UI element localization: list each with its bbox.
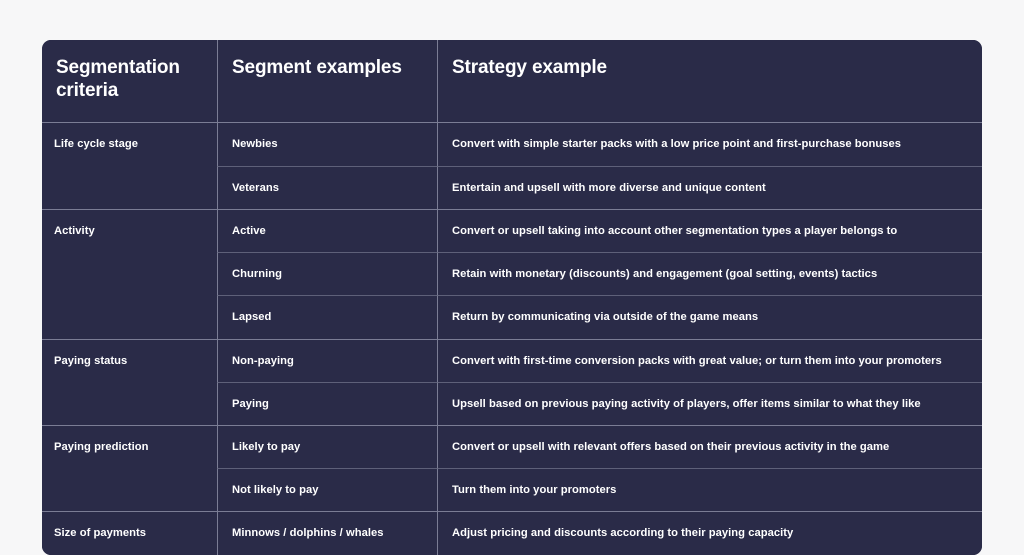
table-body: Life cycle stage Newbies Convert with simp… — [42, 123, 982, 555]
table-row: Activity Active Convert or upsell taking i… — [42, 208, 982, 339]
criteria-cell: Size of payments — [42, 511, 217, 555]
segment-example-cell: Not likely to pay — [217, 468, 437, 512]
table-row: Paying status Non-paying Convert with firs… — [42, 338, 982, 425]
table-header: Segmentation criteria Segment examples S… — [42, 40, 982, 124]
criteria-cell: Paying prediction — [42, 424, 217, 512]
segment-example-cell: Non-paying — [217, 338, 437, 382]
strategy-example-cell: Upsell based on previous paying activity… — [437, 381, 982, 425]
table-row: Size of payments Minnows / dolphins / wha… — [42, 511, 982, 555]
column-header-segment-examples: Segment examples — [217, 40, 437, 124]
segment-example-cell: Veterans — [217, 165, 437, 209]
strategy-example-cell: Convert or upsell taking into account ot… — [437, 208, 982, 253]
segment-example-cell: Paying — [217, 381, 437, 425]
column-header-strategy-example: Strategy example — [437, 40, 982, 124]
criteria-cell: Paying status — [42, 338, 217, 425]
segment-example-cell: Lapsed — [217, 295, 437, 339]
strategy-example-cell: Convert or upsell with relevant offers b… — [437, 424, 982, 469]
column-header-segmentation-criteria: Segmentation criteria — [42, 40, 217, 124]
table-row: Paying prediction Likely to pay Convert or… — [42, 424, 982, 512]
strategy-example-cell: Adjust pricing and discounts according t… — [437, 511, 982, 555]
segment-example-cell: Newbies — [217, 123, 437, 166]
table-row: Life cycle stage Newbies Convert with simp… — [42, 123, 982, 209]
segment-example-cell: Minnows / dolphins / whales — [217, 511, 437, 555]
segment-example-cell: Churning — [217, 252, 437, 296]
strategy-example-cell: Convert with simple starter packs with a… — [437, 123, 982, 166]
segmentation-table: Segmentation criteria Segment examples S… — [42, 40, 982, 555]
page-root: Segmentation criteria Segment examples S… — [0, 0, 1024, 555]
strategy-example-cell: Retain with monetary (discounts) and eng… — [437, 252, 982, 296]
header-row: Segmentation criteria Segment examples S… — [42, 40, 982, 124]
segment-example-cell: Active — [217, 208, 437, 253]
strategy-example-cell: Return by communicating via outside of t… — [437, 295, 982, 339]
criteria-cell: Life cycle stage — [42, 123, 217, 209]
criteria-cell: Activity — [42, 208, 217, 339]
strategy-example-cell: Convert with first-time conversion packs… — [437, 338, 982, 382]
segment-example-cell: Likely to pay — [217, 424, 437, 469]
strategy-example-cell: Entertain and upsell with more diverse a… — [437, 165, 982, 209]
strategy-example-cell: Turn them into your promoters — [437, 468, 982, 512]
